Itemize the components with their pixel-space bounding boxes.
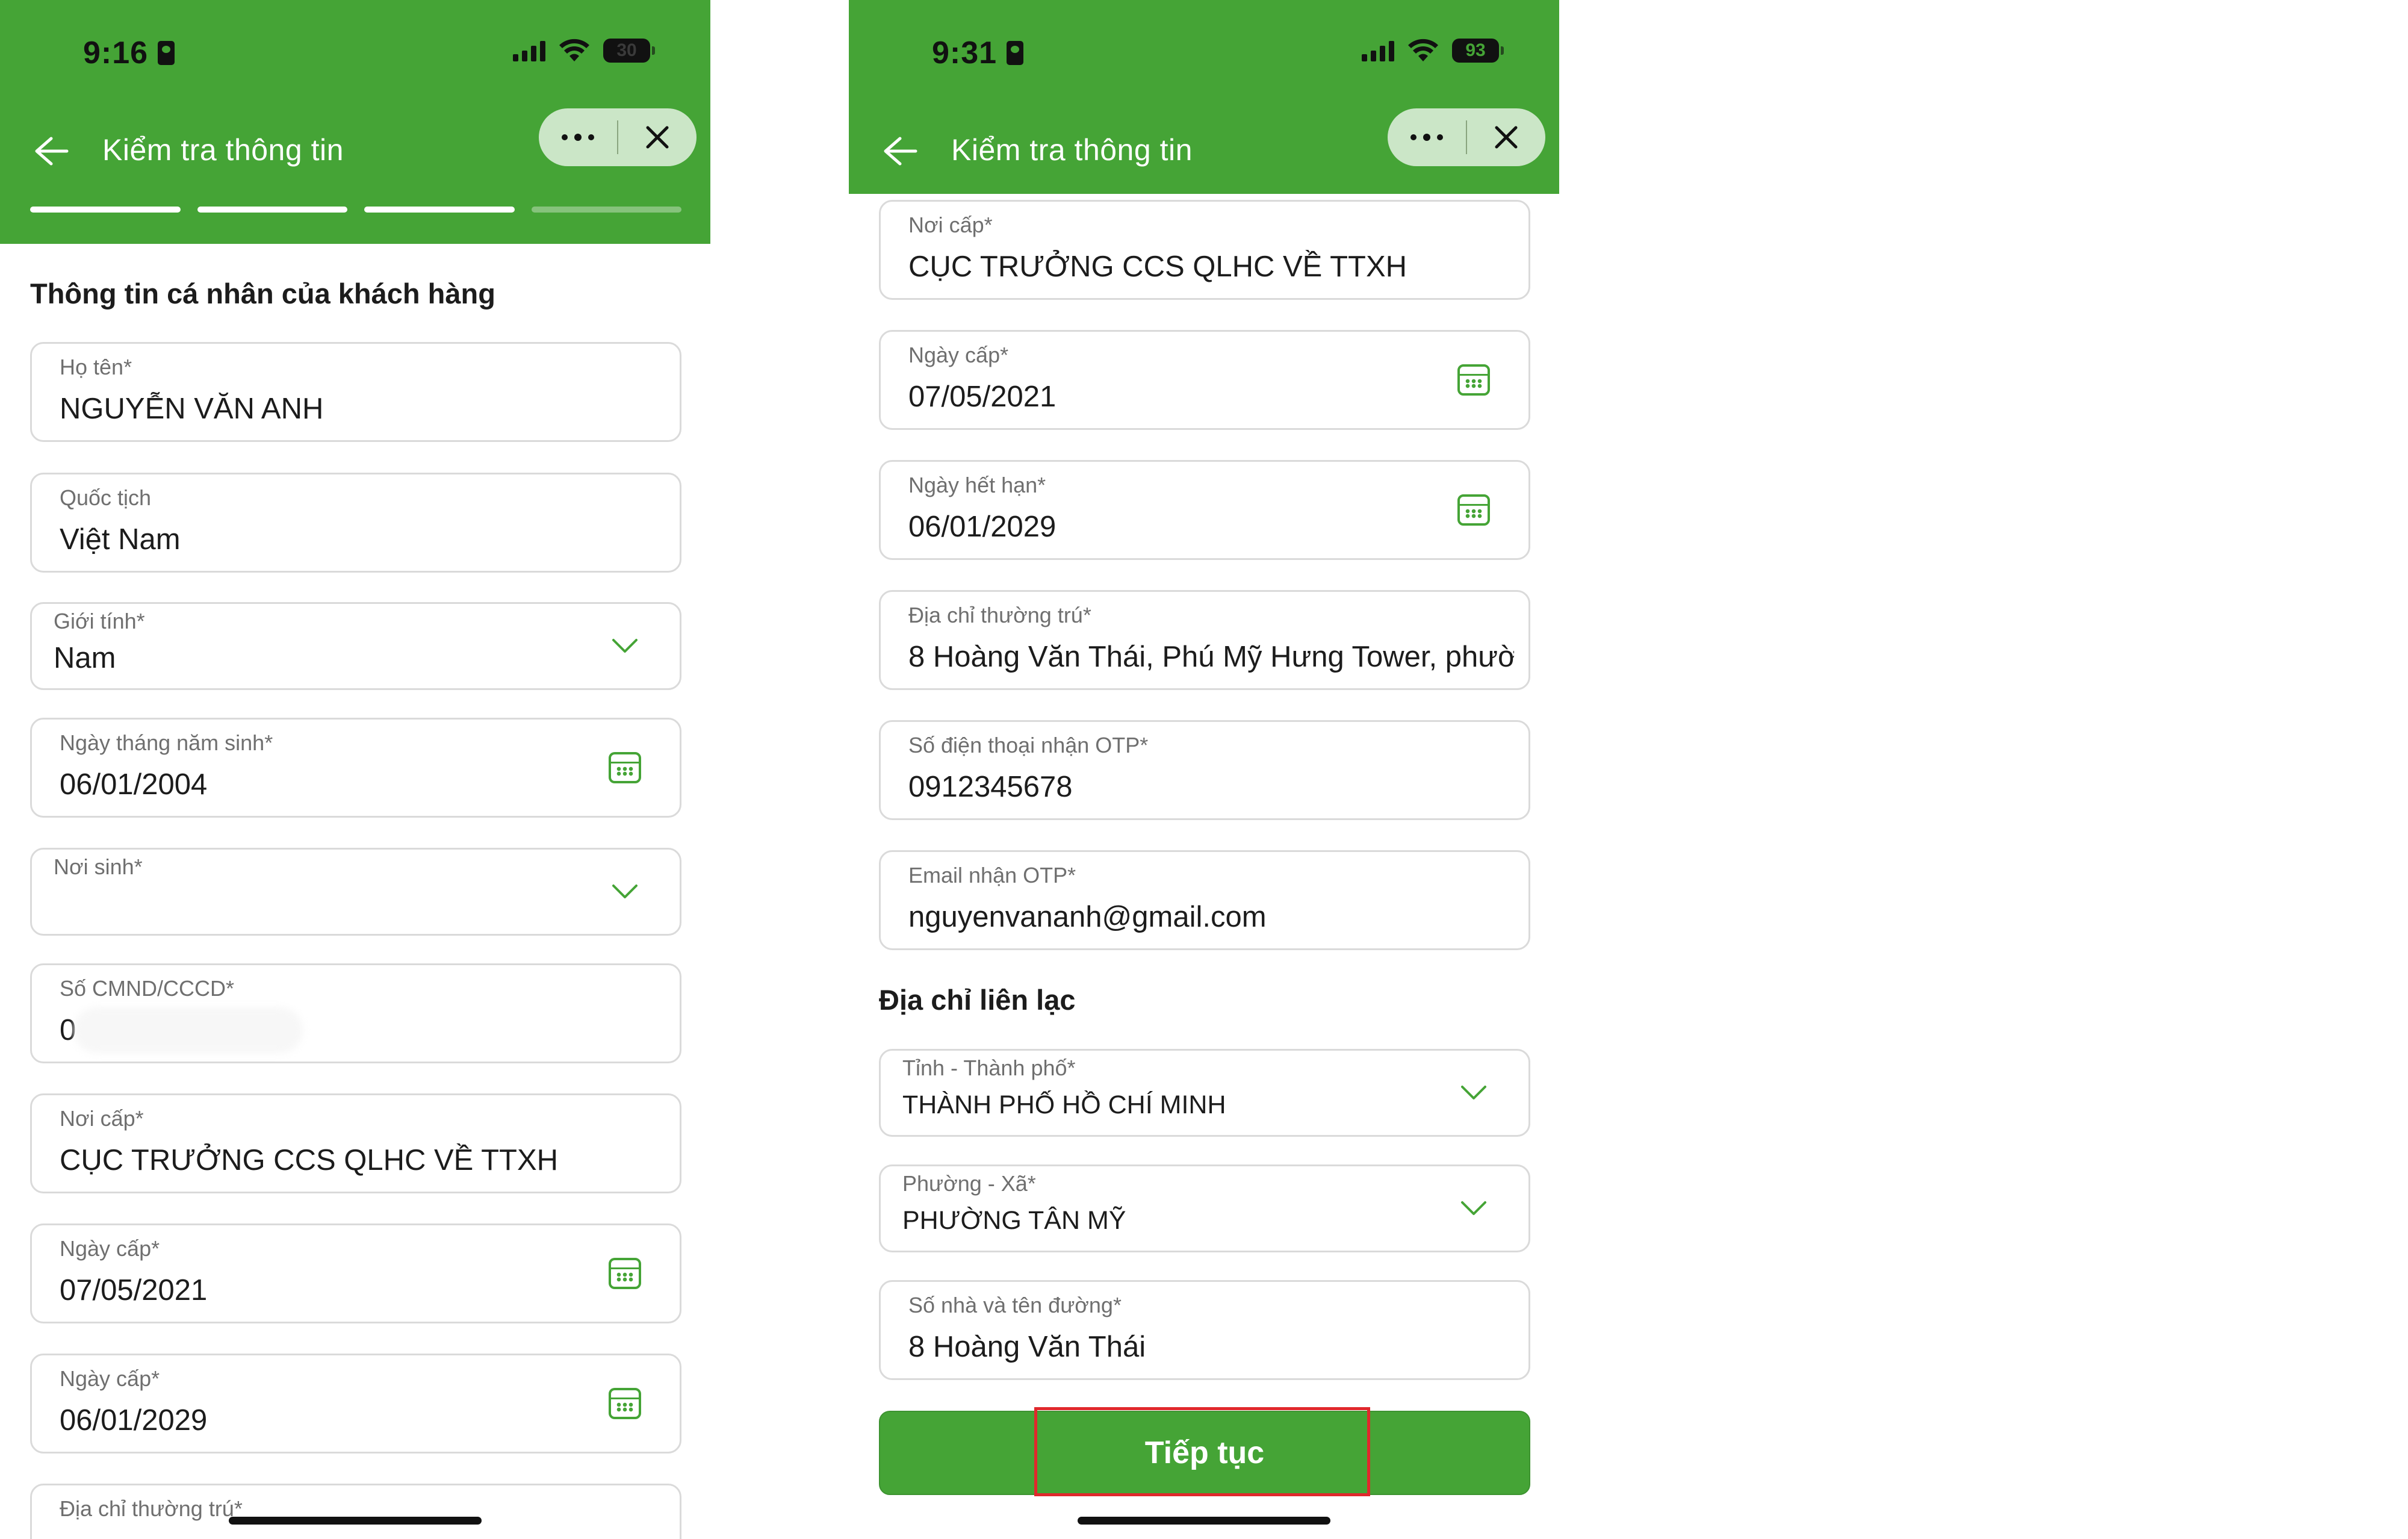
page-title: Kiểm tra thông tin — [951, 133, 1193, 167]
issue-date-field[interactable]: Ngày cấp* 07/05/2021 — [879, 330, 1530, 430]
page-title: Kiểm tra thông tin — [102, 133, 344, 167]
birthplace-select[interactable]: Nơi sinh* — [30, 848, 681, 936]
close-button[interactable] — [1467, 108, 1545, 166]
nationality-field[interactable]: Quốc tịch Việt Nam — [30, 473, 681, 573]
ward-select[interactable]: Phường - Xã* PHƯỜNG TÂN MỸ — [879, 1164, 1530, 1252]
province-select[interactable]: Tỉnh - Thành phố* THÀNH PHỐ HỒ CHÍ MINH — [879, 1049, 1530, 1137]
redaction-blur — [74, 1007, 303, 1053]
calendar-icon[interactable] — [606, 1255, 644, 1292]
otp-phone-field[interactable]: Số điện thoại nhận OTP* 0912345678 — [879, 720, 1530, 820]
screen-right: 9:31 93 Kiểm tra thông tin Nơi cấp* CỤC … — [849, 0, 1559, 1539]
mini-app-capsule — [539, 108, 697, 166]
contact-card-icon — [1007, 41, 1024, 65]
step-progress — [30, 207, 681, 213]
chevron-down-icon — [1455, 1074, 1492, 1112]
more-dots-icon — [1410, 134, 1443, 141]
mini-app-capsule — [1388, 108, 1545, 166]
chevron-down-icon — [1455, 1190, 1492, 1227]
permanent-address-field[interactable]: Địa chỉ thường trú* 8 Hoàng Văn Thái, Ph… — [879, 590, 1530, 690]
arrow-left-icon — [35, 137, 69, 166]
close-icon — [1495, 126, 1518, 149]
status-time: 9:31 — [932, 35, 1024, 71]
home-indicator — [229, 1517, 482, 1525]
permanent-address-field[interactable]: Địa chỉ thường trú* — [30, 1484, 681, 1539]
close-icon — [646, 126, 669, 149]
calendar-icon[interactable] — [1455, 491, 1492, 529]
gender-select[interactable]: Giới tính* Nam — [30, 602, 681, 690]
progress-step-2 — [197, 207, 347, 213]
highlight-annotation — [1034, 1407, 1370, 1496]
otp-email-field[interactable]: Email nhận OTP* nguyenvananh@gmail.com — [879, 850, 1530, 950]
screen-left: 9:16 30 Kiểm tra thông tin Thông tin cá … — [0, 0, 710, 1539]
wifi-icon — [559, 39, 589, 61]
id-number-field[interactable]: Số CMND/CCCD* 0 — [30, 963, 681, 1063]
wifi-icon — [1408, 39, 1438, 61]
cellular-signal-icon — [513, 40, 545, 61]
issue-date-field[interactable]: Ngày cấp* 07/05/2021 — [30, 1223, 681, 1323]
more-dots-icon — [562, 134, 594, 141]
arrow-left-icon — [884, 137, 917, 166]
header: 9:16 30 Kiểm tra thông tin — [0, 0, 710, 244]
chevron-down-icon — [606, 627, 644, 665]
issue-place-field[interactable]: Nơi cấp* CỤC TRƯỞNG CCS QLHC VỀ TTXH — [30, 1093, 681, 1193]
contact-section-title: Địa chỉ liên lạc — [879, 984, 1076, 1016]
status-indicators: 30 — [513, 39, 655, 63]
more-button[interactable] — [539, 108, 617, 166]
chevron-down-icon — [606, 873, 644, 910]
battery-icon: 30 — [603, 39, 655, 63]
calendar-icon[interactable] — [1455, 361, 1492, 399]
expiry-date-field[interactable]: Ngày hết hạn* 06/01/2029 — [879, 460, 1530, 560]
more-button[interactable] — [1388, 108, 1466, 166]
home-indicator — [1078, 1517, 1330, 1525]
status-time: 9:16 — [83, 35, 175, 71]
dob-field[interactable]: Ngày tháng năm sinh* 06/01/2004 — [30, 718, 681, 818]
calendar-icon[interactable] — [606, 1385, 644, 1422]
status-indicators: 93 — [1362, 39, 1504, 63]
street-address-field[interactable]: Số nhà và tên đường* 8 Hoàng Văn Thái — [879, 1280, 1530, 1380]
back-button[interactable] — [879, 130, 921, 172]
full-name-field[interactable]: Họ tên* NGUYỄN VĂN ANH — [30, 342, 681, 442]
progress-step-1 — [30, 207, 181, 213]
expiry-date-field[interactable]: Ngày cấp* 06/01/2029 — [30, 1354, 681, 1454]
progress-step-4 — [531, 207, 681, 213]
back-button[interactable] — [30, 130, 72, 172]
progress-step-3 — [364, 207, 515, 213]
header: 9:31 93 Kiểm tra thông tin — [849, 0, 1559, 194]
calendar-icon[interactable] — [606, 749, 644, 786]
section-title: Thông tin cá nhân của khách hàng — [30, 278, 495, 309]
contact-card-icon — [158, 41, 175, 65]
issue-place-field[interactable]: Nơi cấp* CỤC TRƯỞNG CCS QLHC VỀ TTXH — [879, 200, 1530, 300]
cellular-signal-icon — [1362, 40, 1394, 61]
battery-icon: 93 — [1452, 39, 1504, 63]
close-button[interactable] — [618, 108, 697, 166]
